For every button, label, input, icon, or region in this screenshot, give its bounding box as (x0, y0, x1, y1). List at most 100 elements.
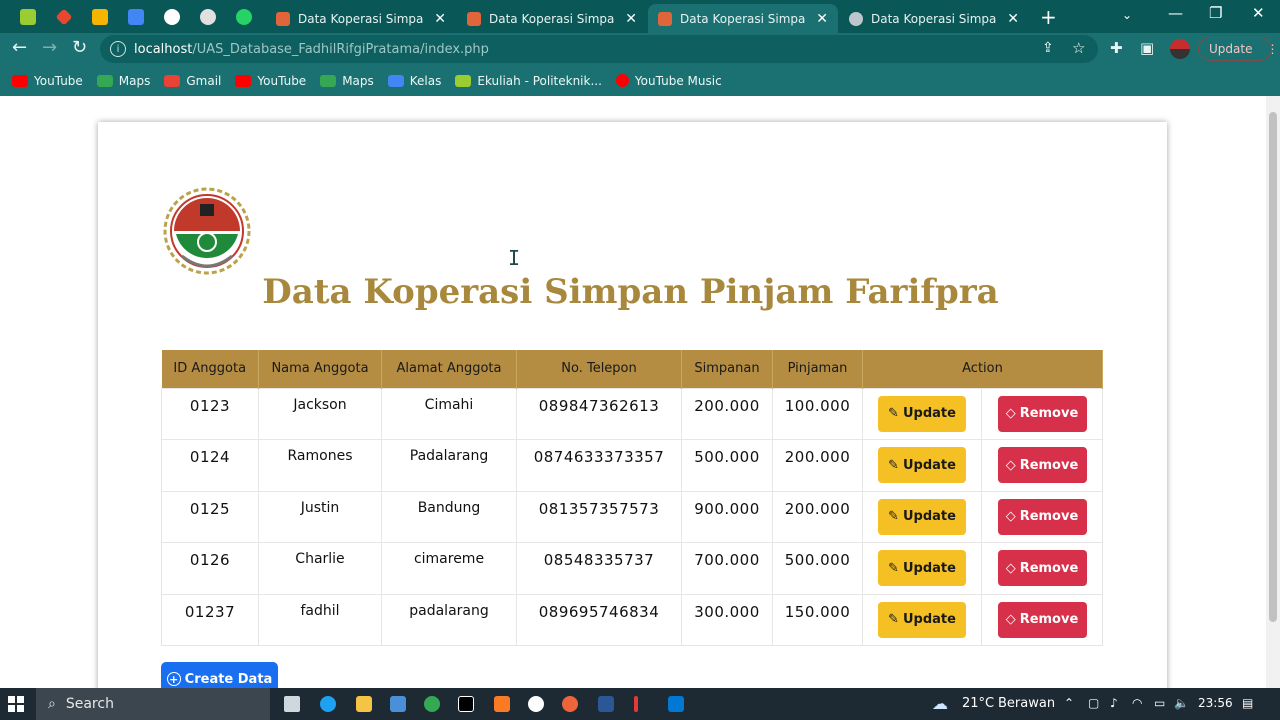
cell-id: 0123 (161, 387, 259, 440)
close-icon[interactable]: ✕ (1007, 11, 1019, 27)
back-button[interactable]: ← (12, 37, 27, 58)
update-button[interactable]: ✎ Update (878, 447, 966, 483)
cell-pinjaman: 100.000 (772, 387, 863, 440)
cell-nama: Charlie (258, 542, 382, 595)
edge-icon[interactable] (320, 696, 336, 712)
weather-temp[interactable]: 21°C (962, 696, 994, 711)
cell-alamat: cimareme (381, 542, 517, 595)
microphone-icon[interactable]: ♪ (1110, 696, 1118, 710)
pinned-tab-7[interactable] (226, 4, 262, 30)
pinned-tab-2[interactable] (46, 4, 82, 30)
bookmark-youtube-2[interactable]: YouTube (235, 74, 306, 88)
remove-button[interactable]: ◇ Remove (997, 550, 1087, 586)
side-panel-icon[interactable]: ▣ (1140, 39, 1154, 57)
network-icon[interactable]: ▢ (1088, 696, 1099, 710)
eraser-icon: ◇ (1005, 406, 1016, 421)
chrome-icon[interactable] (424, 696, 440, 712)
bookmark-kelas[interactable]: Kelas (387, 74, 441, 88)
media-icon[interactable] (528, 696, 544, 712)
cell-remove: ◇ Remove (981, 387, 1103, 440)
update-button[interactable]: ✎ Update (878, 498, 966, 535)
profile-avatar[interactable] (1170, 39, 1190, 59)
forward-button[interactable]: → (42, 37, 57, 58)
browser-update-button[interactable]: Update ⋮ (1198, 37, 1278, 61)
bookmark-label: Gmail (186, 73, 222, 88)
battery-icon[interactable]: ▭ (1154, 696, 1165, 710)
cell-alamat: padalarang (381, 593, 517, 646)
app-icon[interactable] (562, 696, 578, 712)
close-icon[interactable]: ✕ (816, 11, 828, 27)
create-data-button[interactable]: + Create Data (161, 662, 278, 688)
bookmark-label: Ekuliah - Politeknik... (477, 73, 602, 88)
notification-icon[interactable]: ▤ (1242, 696, 1253, 710)
share-icon[interactable]: ⇪ (1042, 40, 1054, 56)
cell-nama: Justin (258, 490, 382, 543)
task-view-icon[interactable] (284, 696, 300, 712)
maximize-button[interactable]: ❐ (1209, 4, 1222, 22)
pinned-tab-1[interactable] (10, 4, 46, 30)
remove-button[interactable]: ◇ Remove (997, 447, 1087, 483)
browser-tab-2[interactable]: Data Koperasi Simpan Pinjam Farifpra ✕ (457, 4, 647, 33)
pencil-icon: ✎ (888, 560, 899, 576)
weather-text[interactable]: Berawan (998, 696, 1055, 711)
minimize-button[interactable]: — (1168, 4, 1183, 22)
bookmark-maps-2[interactable]: Maps (320, 74, 374, 88)
chevron-up-icon[interactable]: ⌃ (1064, 696, 1074, 710)
cell-simpanan: 700.000 (681, 542, 773, 595)
volume-icon[interactable]: 🔈 (1174, 696, 1189, 710)
wifi-icon[interactable]: ◠ (1132, 696, 1142, 710)
browser-tab-3[interactable]: Data Koperasi Simpan Pinjam Farifpra ✕ (648, 4, 838, 33)
remove-button[interactable]: ◇ Remove (997, 601, 1087, 638)
youtube-icon (12, 74, 28, 87)
tab-search-icon[interactable]: ⌄ (1122, 8, 1132, 22)
pinned-tab-3[interactable] (82, 4, 118, 30)
close-icon[interactable]: ✕ (434, 11, 446, 27)
browser-tab-1[interactable]: Data Koperasi Simpan Pinjam Farifpra ✕ (266, 4, 456, 33)
close-icon[interactable]: ✕ (625, 11, 637, 27)
windows-start-icon[interactable] (8, 696, 24, 712)
taskbar-search[interactable]: ⌕ Search (36, 688, 270, 720)
column-header-pinjaman: Pinjaman (772, 350, 863, 388)
text-cursor-icon: I (508, 246, 521, 270)
word-icon[interactable] (598, 696, 614, 712)
mail-icon[interactable] (390, 696, 406, 712)
close-window-button[interactable]: ✕ (1252, 4, 1265, 22)
pinned-tab-6[interactable] (190, 4, 226, 30)
youtube-music-icon (615, 74, 629, 87)
remove-label: Remove (1019, 457, 1079, 473)
reload-button[interactable]: ↻ (72, 37, 87, 58)
polytechnic-icon (455, 74, 472, 87)
pen-icon[interactable] (634, 696, 638, 712)
pycharm-icon[interactable] (458, 696, 474, 712)
bookmark-star-icon[interactable]: ☆ (1072, 39, 1085, 57)
vscode-icon[interactable] (668, 696, 684, 712)
page-scrollbar[interactable] (1266, 96, 1280, 688)
pinned-tab-5[interactable] (154, 4, 190, 30)
pencil-icon: ✎ (888, 612, 899, 627)
table-row: 0123 Jackson Cimahi 089847362613 200.000… (161, 387, 1103, 440)
bookmark-maps[interactable]: Maps (96, 73, 151, 88)
new-tab-button[interactable]: + (1040, 5, 1057, 29)
bookmark-youtube-music[interactable]: YouTube Music (615, 74, 722, 88)
scrollbar-thumb[interactable] (1269, 112, 1277, 622)
remove-button[interactable]: ◇ Remove (997, 395, 1087, 432)
bookmark-label: Maps (118, 73, 151, 88)
koperasi-logo-icon (163, 187, 251, 275)
update-button[interactable]: ✎ Update (878, 395, 966, 432)
browser-tab-4[interactable]: Data Koperasi Simpan Pinjam Farifpra ✕ (839, 4, 1029, 33)
cell-simpanan: 500.000 (681, 439, 773, 492)
pinned-tab-4[interactable] (118, 4, 154, 30)
clock[interactable]: 23:56 (1198, 696, 1233, 710)
update-button[interactable]: ✎ Update (878, 601, 966, 638)
column-header-alamat: Alamat Anggota (381, 350, 517, 388)
bookmark-ekuliah[interactable]: Ekuliah - Politeknik... (455, 74, 602, 88)
remove-button[interactable]: ◇ Remove (997, 498, 1087, 535)
file-explorer-icon[interactable] (356, 696, 372, 712)
bookmark-youtube[interactable]: YouTube (12, 74, 83, 88)
info-icon[interactable]: i (110, 41, 126, 57)
xampp-icon[interactable] (494, 696, 510, 712)
update-button[interactable]: ✎ Update (878, 550, 966, 586)
address-bar[interactable]: i localhost/UAS_Database_FadhilRifgiPrat… (100, 35, 1098, 63)
bookmark-gmail[interactable]: Gmail (164, 74, 221, 88)
extensions-icon[interactable]: ✚ (1110, 39, 1123, 57)
